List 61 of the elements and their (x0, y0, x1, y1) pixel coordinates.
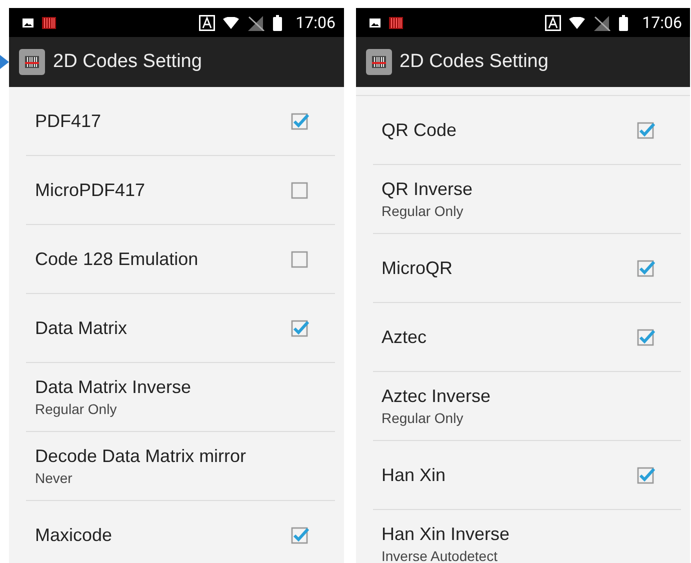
item-label: Data Matrix Inverse (35, 377, 192, 398)
settings-item[interactable]: Data Matrix Inverse Regular Only (26, 363, 334, 432)
item-label: Maxicode (35, 524, 114, 546)
item-label: Aztec Inverse (382, 386, 492, 407)
keyboard-a-icon (545, 14, 562, 30)
item-summary: Inverse Autodetect (382, 548, 498, 563)
settings-item[interactable]: Maxicode (26, 501, 334, 563)
checkbox[interactable] (290, 526, 308, 544)
pointer-icon (0, 55, 9, 69)
checkbox[interactable] (637, 328, 655, 346)
barcode-icon (42, 16, 56, 28)
settings-item[interactable]: Aztec (372, 303, 681, 372)
item-label: Data Matrix (35, 318, 128, 338)
wifi-icon (222, 16, 239, 28)
battery-icon (619, 14, 628, 30)
clock-time: 17:06 (296, 13, 336, 32)
item-summary: Regular Only (382, 203, 464, 219)
item-label: QR Code (382, 120, 458, 140)
image-icon (22, 18, 34, 28)
item-summary: Regular Only (382, 410, 464, 426)
app-title: 2D Codes Setting (53, 51, 202, 73)
settings-item[interactable]: MicroPDF417 (26, 156, 334, 225)
settings-item[interactable]: Han Xin Inverse Inverse Autodetect (372, 510, 681, 563)
item-label: Han Xin (382, 464, 447, 486)
no-signal-icon (593, 14, 612, 30)
wifi-icon (569, 16, 586, 28)
checkbox[interactable] (290, 181, 308, 199)
no-signal-icon (246, 14, 265, 30)
checkbox[interactable] (290, 319, 308, 337)
item-summary: Never (35, 470, 74, 486)
settings-item[interactable]: PDF417 (26, 87, 334, 156)
settings-item[interactable]: Aztec Inverse Regular Only (372, 372, 681, 441)
checkbox[interactable] (637, 259, 655, 277)
image-icon (368, 18, 380, 28)
barcode-icon (388, 16, 402, 28)
item-label: MicroPDF417 (35, 180, 146, 200)
battery-icon (272, 14, 282, 30)
settings-item[interactable]: Code 128 Emulation (26, 225, 334, 294)
item-label: PDF417 (35, 110, 102, 132)
settings-item[interactable]: Data Matrix (26, 294, 334, 363)
settings-item[interactable]: Decode Data Matrix mirror Never (26, 432, 334, 501)
checkbox[interactable] (637, 466, 655, 484)
app-title: 2D Codes Setting (400, 51, 548, 73)
barcode-app-icon (19, 49, 45, 75)
checkbox[interactable] (290, 112, 308, 130)
keyboard-a-icon (198, 14, 215, 30)
item-label: Aztec (382, 326, 428, 348)
item-label: Code 128 Emulation (35, 248, 200, 270)
item-label: Decode Data Matrix mirror (35, 446, 248, 467)
item-label: Han Xin Inverse (382, 524, 511, 545)
item-summary: Regular Only (35, 401, 118, 417)
settings-item[interactable]: MicroQR (372, 234, 681, 303)
barcode-app-icon (366, 49, 392, 75)
checkbox[interactable] (290, 250, 308, 268)
item-label: MicroQR (382, 258, 454, 278)
clock-time: 17:06 (642, 13, 682, 32)
checkbox[interactable] (637, 121, 655, 139)
settings-item[interactable]: Han Xin (372, 441, 681, 510)
settings-item[interactable]: QR Code (372, 96, 681, 165)
item-label: QR Inverse (382, 179, 474, 200)
settings-item[interactable]: QR Inverse Regular Only (372, 165, 681, 234)
